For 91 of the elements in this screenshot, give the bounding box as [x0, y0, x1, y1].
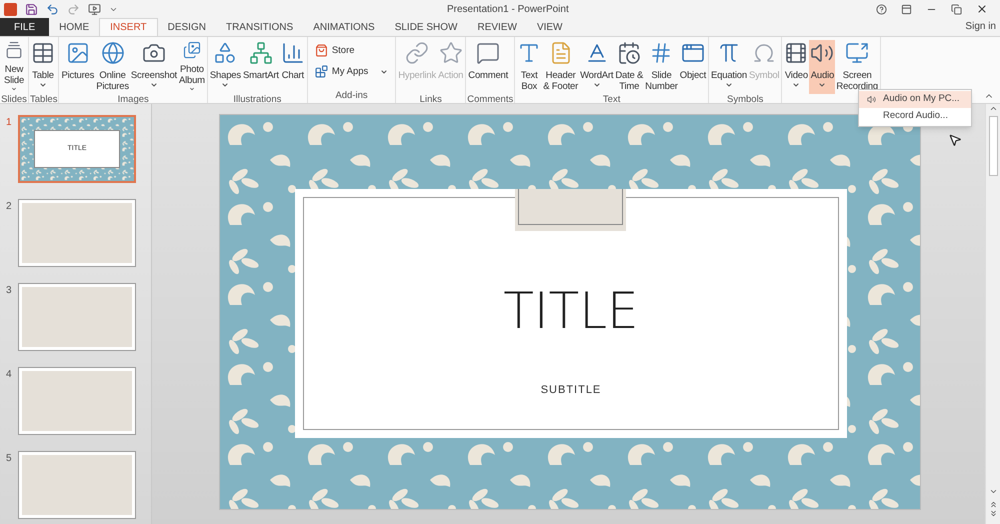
ribbon-button[interactable]: Object [678, 40, 708, 94]
blocks-icon [314, 65, 328, 78]
restore-icon[interactable] [951, 4, 962, 14]
table-icon [31, 41, 55, 65]
ribbon-button[interactable]: Shapes [208, 40, 242, 94]
group-label: Tables [30, 94, 58, 106]
calendar-icon [617, 41, 642, 65]
group-label: Text [602, 94, 622, 106]
link-icon [405, 41, 430, 65]
ribbon-button[interactable]: Pictures [60, 40, 96, 94]
ribbon-button[interactable]: Online Pictures [95, 40, 130, 94]
film-icon [784, 41, 808, 65]
ribbon-button[interactable]: Video [783, 40, 810, 94]
caret-icon [380, 68, 388, 76]
ribbon-button[interactable]: Chart [280, 40, 306, 94]
smartart-icon [248, 41, 273, 65]
scroll-up-icon[interactable] [988, 104, 998, 113]
save-icon[interactable] [25, 2, 38, 16]
ribbon-display-icon[interactable] [901, 4, 912, 14]
scrollbar[interactable] [985, 104, 1000, 524]
ribbon-tab[interactable]: HOME [49, 18, 100, 36]
caret-icon [724, 81, 733, 89]
ribbon-button[interactable]: Table [30, 40, 56, 94]
group-label: Comments [467, 94, 514, 106]
screen-recording-icon [845, 41, 870, 65]
ribbon-tab[interactable]: SLIDE SHOW [384, 18, 468, 36]
ribbon-tab[interactable]: DESIGN [158, 18, 216, 36]
window-title: Presentation1 - PowerPoint [447, 3, 569, 17]
caret-icon [10, 86, 18, 92]
group-label: Slides [1, 94, 27, 106]
comment-icon [476, 41, 500, 65]
group-label: Illustrations [232, 94, 282, 106]
group-label: Symbols [726, 94, 764, 106]
ribbon-button[interactable]: WordArt [579, 40, 614, 94]
ribbon-button[interactable]: Date & Time [614, 40, 644, 94]
ribbon-button[interactable]: Store [312, 42, 390, 59]
speaker-icon [866, 95, 876, 104]
ribbon-button[interactable]: Photo Album [178, 40, 206, 94]
group-label: Links [418, 94, 443, 106]
sign-in-link[interactable]: Sign in [965, 19, 1000, 34]
speaker-icon [810, 41, 834, 65]
caret-icon [188, 86, 196, 92]
slide-number: 3 [6, 284, 13, 298]
ribbon-button[interactable]: Comment [467, 40, 510, 94]
slide-number: 4 [6, 368, 13, 382]
slide-title[interactable]: TITLE [503, 283, 639, 339]
ribbon-tab[interactable]: ANIMATIONS [303, 18, 385, 36]
ribbon-tab[interactable]: TRANSITIONS [216, 18, 304, 36]
previous-slide-icon[interactable] [988, 500, 998, 509]
ribbon-button[interactable]: Screen Recording [835, 40, 879, 94]
ribbon-button[interactable]: Header & Footer [542, 40, 580, 94]
slideshow-icon[interactable] [88, 2, 101, 16]
ribbon-button[interactable]: Screenshot [130, 40, 178, 94]
group-label: Add-ins [334, 90, 369, 103]
help-icon[interactable] [876, 4, 887, 14]
ribbon-button[interactable]: My Apps [312, 63, 390, 80]
undo-icon[interactable] [46, 2, 59, 16]
next-slide-icon[interactable] [988, 509, 998, 518]
ribbon-tab[interactable]: REVIEW [467, 18, 527, 36]
caret-icon [818, 81, 826, 89]
caret-icon [39, 81, 47, 89]
ribbon-button[interactable]: Slide Number [644, 40, 679, 94]
scroll-down-icon[interactable] [988, 487, 998, 496]
close-icon[interactable] [976, 3, 988, 15]
slide-subtitle[interactable]: SUBTITLE [540, 382, 602, 398]
slide-number: 2 [6, 200, 13, 214]
ribbon-button[interactable]: SmartArt [242, 40, 280, 94]
scroll-thumb[interactable] [988, 116, 998, 176]
mouse-cursor-icon [948, 133, 962, 147]
caret-icon [592, 81, 601, 89]
caret-icon [792, 81, 800, 89]
bag-icon [314, 44, 328, 57]
caret-icon [221, 81, 230, 89]
shapes-icon [213, 41, 238, 65]
ribbon-button[interactable]: Audio [809, 40, 836, 94]
file-tab[interactable]: FILE [0, 18, 50, 36]
slide-number: 1 [6, 116, 13, 130]
ribbon-button[interactable]: Equation [710, 40, 748, 94]
caret-icon [150, 81, 158, 89]
group-label: Images [116, 94, 150, 106]
globe-icon [100, 41, 125, 65]
chart-icon [280, 41, 305, 65]
app-logo-icon [4, 2, 17, 16]
star-icon [438, 41, 463, 65]
ribbon-tab[interactable]: INSERT [99, 18, 158, 36]
ribbon-button[interactable]: New Slide [1, 40, 27, 94]
menu-item[interactable]: Audio on My PC... [859, 91, 971, 108]
picture-icon [66, 41, 90, 65]
ribbon-tab[interactable]: VIEW [526, 18, 572, 36]
slide-number: 5 [6, 452, 13, 466]
ribbon-button[interactable]: Text Box [516, 40, 542, 94]
